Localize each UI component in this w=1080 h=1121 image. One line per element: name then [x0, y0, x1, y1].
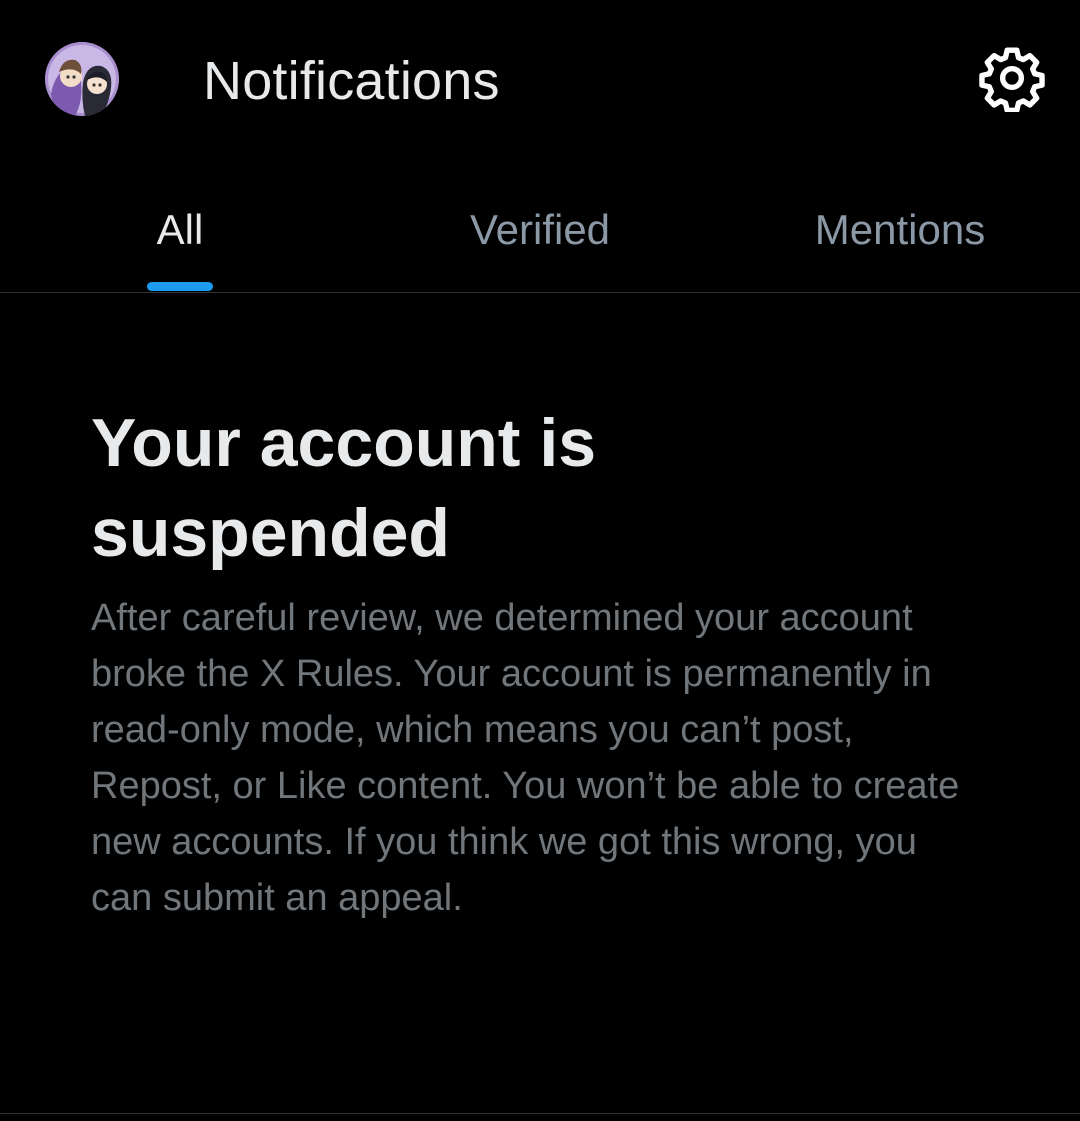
tab-all[interactable]: All	[0, 165, 360, 292]
notice-title: Your account is suspended	[91, 405, 597, 571]
tab-label: All	[156, 206, 204, 253]
notification-tabs: All Verified Mentions	[0, 165, 1080, 292]
tab-mentions[interactable]: Mentions	[720, 165, 1080, 292]
tabs-divider	[0, 292, 1080, 293]
tab-label: Verified	[469, 206, 611, 253]
tab-label: Mentions	[814, 206, 986, 253]
settings-button[interactable]	[978, 44, 1046, 113]
top-app-bar: Notifications	[0, 0, 1080, 165]
profile-avatar-icon	[45, 42, 119, 116]
bottom-divider	[0, 1113, 1080, 1114]
notice-body: After careful review, we determined your…	[91, 597, 960, 919]
tab-verified[interactable]: Verified	[360, 165, 720, 292]
gear-icon	[979, 47, 1045, 113]
page-title: Notifications	[203, 51, 500, 111]
suspension-notice: Your account is suspended After careful …	[91, 398, 991, 926]
avatar[interactable]	[45, 42, 119, 116]
active-tab-indicator	[147, 282, 213, 291]
